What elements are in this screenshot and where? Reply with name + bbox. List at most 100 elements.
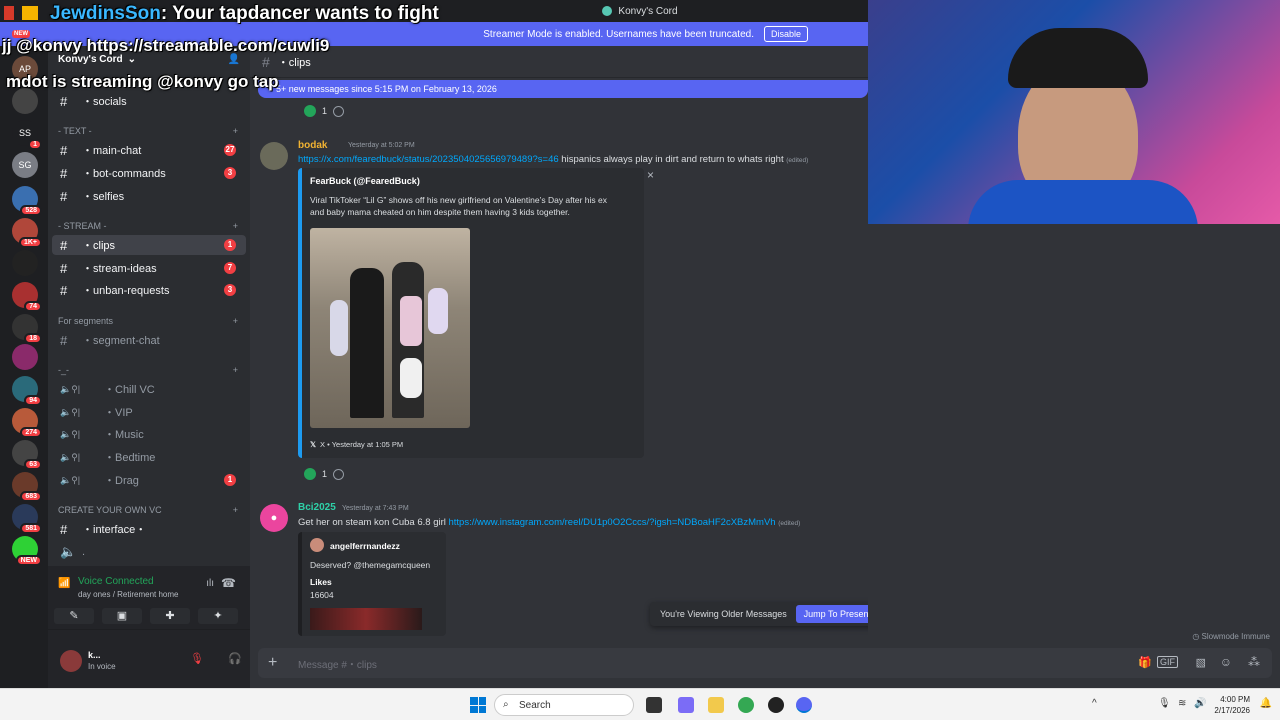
channel-voice-last[interactable]: 🔈 . [52,542,246,562]
channel-item[interactable]: # ・unban-requests 3 [52,280,246,300]
channel-socials[interactable]: # ・socials [52,91,246,111]
add-reaction-icon[interactable] [333,105,345,117]
check-reaction-icon[interactable] [304,468,316,480]
new-messages-bar[interactable]: 5+ new messages since 5:15 PM on Februar… [258,80,868,98]
disconnect-icon[interactable]: ☎ [221,576,236,590]
message-timestamp: Yesterday at 5:02 PM [348,142,415,149]
message-link[interactable]: https://x.com/fearedbuck/status/20235040… [298,154,559,165]
jump-to-present-button[interactable]: Jump To Present [795,605,879,623]
voice-channel-path[interactable]: day ones / Retirement home [78,590,179,599]
emoji-icon[interactable]: ☺ [1220,655,1232,669]
embed-author[interactable]: angelferrnandezz [330,541,400,551]
link-embed: FearBuck (@FearedBuck) × Viral TikToker … [298,168,654,458]
discord-taskbar-icon[interactable] [796,697,812,713]
server-icon[interactable]: 63 [12,440,42,470]
server-icon[interactable]: 528 [12,186,42,216]
channel-label: ・Chill VC [104,384,155,396]
voice-connected-label[interactable]: Voice Connected [78,576,154,587]
server-icon[interactable] [12,250,38,276]
category-segments[interactable]: For segments + [58,316,238,326]
channel-item[interactable]: # ・main-chat 27 [52,140,246,160]
server-icon[interactable]: 1K+ [12,218,42,248]
server-icon[interactable]: 683 [12,472,42,502]
obs-icon[interactable] [768,697,784,713]
add-channel-icon[interactable]: + [233,221,238,231]
category-stream[interactable]: - STREAM - + [58,221,238,231]
mention-badge: 1 [224,239,236,251]
disable-streamer-button[interactable]: Disable [763,26,808,42]
channel-label: ・main-chat [82,145,142,157]
avatar[interactable] [260,142,288,170]
category-text[interactable]: - TEXT - + [58,126,238,136]
voice-channel-item[interactable]: 🔈⚲| ・Music [52,424,246,444]
mic-icon[interactable]: 🎙 [1158,698,1171,709]
add-channel-icon[interactable]: + [233,365,238,375]
taskbar-search[interactable]: ⌕ Search [494,694,634,716]
chevron-up-icon[interactable]: ^ [1092,698,1097,709]
add-channel-icon[interactable]: + [233,316,238,326]
gift-icon[interactable]: 🎁 [1138,656,1152,669]
older-messages-bar: You're Viewing Older Messages Jump To Pr… [650,602,882,626]
camera-off-button[interactable]: ✎ [54,608,94,624]
message-author[interactable]: Bci2025 [298,502,336,513]
channel-item[interactable]: # ・selfies [52,186,246,206]
add-reaction-icon[interactable] [333,468,345,480]
unread-badge: 74 [24,301,42,312]
channel-interface[interactable]: # ・interface・ [52,519,246,539]
channel-item[interactable]: # ・bot-commands 3 [52,163,246,183]
apps-icon[interactable]: ⁂ [1248,655,1260,669]
server-icon[interactable]: 74 [12,282,42,312]
noise-suppression-icon[interactable]: ılı [206,578,214,589]
server-icon[interactable] [12,344,38,370]
server-rail: AP SS 1 SG 528 1K+ 74 18 94 274 63 683 581 NEW [0,46,48,688]
add-channel-icon[interactable]: + [233,126,238,136]
x-logo-icon: 𝕏 [310,440,317,449]
activities-button[interactable]: ✚ [150,608,190,624]
notification-bell-icon[interactable]: 🔔 [1260,698,1272,709]
embed-author[interactable]: FearBuck (@FearedBuck) [310,176,420,186]
embed-image[interactable] [310,608,422,630]
soundboard-button[interactable]: ✦ [198,608,238,624]
copilot-icon[interactable] [678,697,694,713]
channel-item[interactable]: # ・segment-chat [52,330,246,350]
message-composer[interactable]: + Message #・clips 🎁 GIF ▧ ☺ ⁂ [258,648,1272,678]
server-icon[interactable]: SS 1 [12,120,42,150]
server-icon[interactable]: 274 [12,408,42,438]
channel-item[interactable]: # ・stream-ideas 7 [52,258,246,278]
windows-start-icon[interactable] [470,697,486,713]
avatar[interactable] [60,650,82,672]
volume-icon[interactable]: 🔊 [1194,698,1206,709]
mic-muted-icon[interactable]: 🎙 [190,652,204,665]
voice-channel-item[interactable]: 🔈⚲| ・Drag 1 [52,470,246,490]
server-icon[interactable]: 94 [12,376,42,406]
check-reaction-icon[interactable] [304,105,316,117]
voice-channel-item[interactable]: 🔈⚲| ・Bedtime [52,447,246,467]
chrome-icon[interactable] [738,697,754,713]
unread-badge: 18 [24,333,42,344]
message-author[interactable]: bodak [298,140,327,151]
screen-share-button[interactable]: ▣ [102,608,142,624]
taskbar-clock[interactable]: 4:00 PM 2/17/2026 [1214,694,1250,716]
category-create-vc[interactable]: CREATE YOUR OWN VC + [58,505,238,515]
server-icon[interactable]: 581 [12,504,42,534]
embed-image[interactable] [310,228,470,428]
headphones-muted-icon[interactable]: 🎧 [228,652,242,665]
file-explorer-icon[interactable] [708,697,724,713]
voice-channel-item[interactable]: 🔈⚲| ・VIP [52,402,246,422]
server-icon[interactable]: NEW [12,536,42,566]
plus-icon[interactable]: + [268,654,277,672]
crown-icon [22,6,39,20]
channel-item[interactable]: # ・clips 1 [52,235,246,255]
message-link[interactable]: https://www.instagram.com/reel/DU1p0O2Cc… [449,517,776,528]
avatar[interactable]: ● [260,504,288,532]
add-channel-icon[interactable]: + [233,505,238,515]
server-icon[interactable]: SG [12,152,38,178]
sticker-icon[interactable]: ▧ [1196,656,1206,669]
category-voice[interactable]: -_- + [58,365,238,375]
gif-icon[interactable]: GIF [1157,656,1178,668]
close-embed-icon[interactable]: × [647,168,654,182]
server-icon[interactable]: 18 [12,314,42,344]
wifi-icon[interactable]: ≋ [1178,698,1186,709]
task-view-icon[interactable] [646,697,662,713]
voice-channel-item[interactable]: 🔈⚲| ・Chill VC [52,379,246,399]
